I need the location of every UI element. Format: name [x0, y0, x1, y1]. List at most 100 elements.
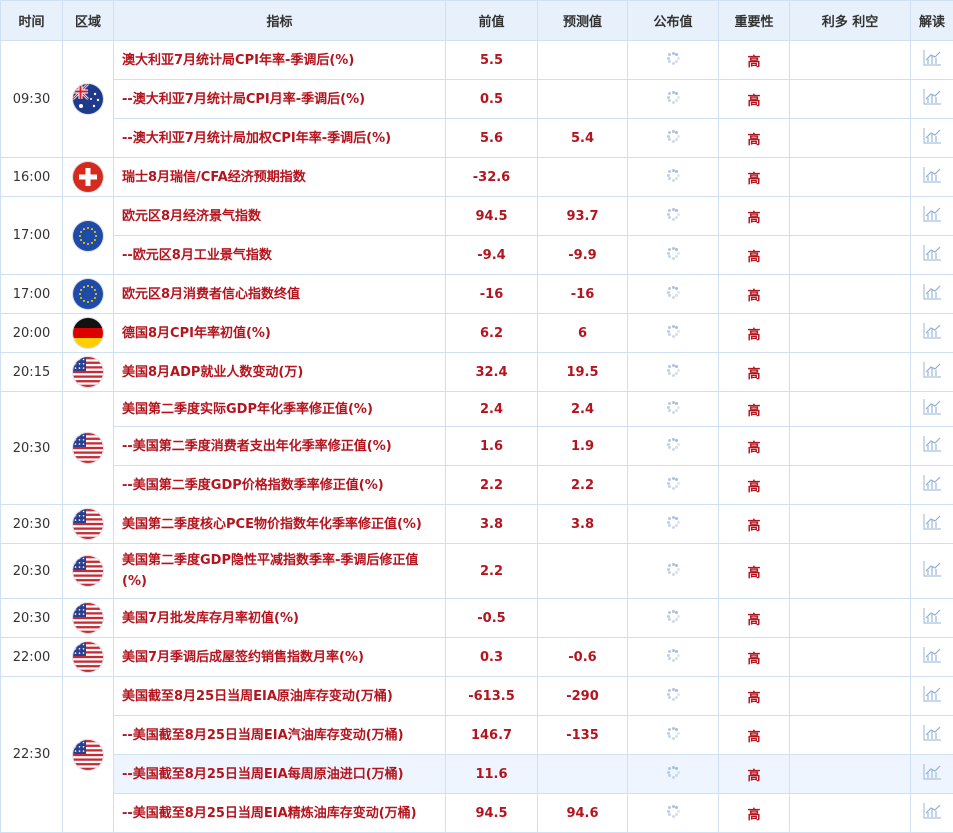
published-value — [627, 465, 719, 505]
indicator-name[interactable]: --澳大利亚7月统计局CPI月率-季调后(%) — [113, 79, 446, 119]
indicator-name[interactable]: 德国8月CPI年率初值(%) — [113, 313, 446, 353]
event-time: 17:00 — [0, 196, 63, 275]
indicator-name[interactable]: 澳大利亚7月统计局CPI年率-季调后(%) — [113, 40, 446, 80]
table-header-row: 时间 区域 指标 前值 预测值 公布值 重要性 利多 利空 解读 — [0, 0, 953, 41]
indicator-name[interactable]: 瑞士8月瑞信/CFA经济预期指数 — [113, 157, 446, 197]
published-value — [627, 118, 719, 158]
bull-bear-cell — [789, 274, 911, 314]
previous-value: 11.6 — [445, 754, 538, 794]
chart-icon — [922, 646, 942, 668]
indicator-name[interactable]: --美国截至8月25日当周EIA每周原油进口(万桶) — [113, 754, 446, 794]
importance-value: 高 — [718, 754, 790, 794]
interpret-cell[interactable] — [910, 426, 953, 466]
interpret-cell[interactable] — [910, 465, 953, 505]
loading-spinner-icon — [666, 324, 680, 338]
table-row: --美国截至8月25日当周EIA精炼油库存变动(万桶) 94.5 94.6 高 — [1, 793, 953, 833]
table-row: 20:30 美国第二季度核心PCE物价指数年化季率修正值(%) 3.8 3.8 高 — [0, 504, 953, 544]
bull-bear-cell — [789, 235, 911, 275]
forecast-value: 1.9 — [537, 426, 628, 466]
forecast-value — [537, 79, 628, 119]
forecast-value: -135 — [537, 715, 628, 755]
chart-icon — [922, 361, 942, 383]
indicator-name[interactable]: --欧元区8月工业景气指数 — [113, 235, 446, 275]
previous-value: 5.6 — [445, 118, 538, 158]
interpret-cell[interactable] — [910, 793, 953, 833]
header-previous: 前值 — [445, 0, 538, 41]
importance-value: 高 — [718, 157, 790, 197]
interpret-cell[interactable] — [910, 79, 953, 119]
importance-value: 高 — [718, 79, 790, 119]
table-row: 09:30 澳大利亚7月统计局CPI年率-季调后(%) 5.5 高 — [0, 40, 953, 158]
importance-value: 高 — [718, 40, 790, 80]
indicator-name[interactable]: 欧元区8月消费者信心指数终值 — [113, 274, 446, 314]
forecast-value: -16 — [537, 274, 628, 314]
economic-calendar-table: 时间 区域 指标 前值 预测值 公布值 重要性 利多 利空 解读 09:30 澳大… — [0, 0, 953, 833]
indicator-name[interactable]: --美国截至8月25日当周EIA汽油库存变动(万桶) — [113, 715, 446, 755]
loading-spinner-icon — [666, 129, 680, 143]
importance-value: 高 — [718, 274, 790, 314]
bull-bear-cell — [789, 637, 911, 677]
chart-icon — [922, 474, 942, 496]
previous-value: 146.7 — [445, 715, 538, 755]
interpret-cell[interactable] — [910, 391, 953, 427]
interpret-cell[interactable] — [910, 543, 953, 599]
interpret-cell[interactable] — [910, 598, 953, 638]
interpret-cell[interactable] — [910, 352, 953, 392]
header-importance: 重要性 — [718, 0, 790, 41]
importance-value: 高 — [718, 543, 790, 599]
indicator-name[interactable]: --澳大利亚7月统计局加权CPI年率-季调后(%) — [113, 118, 446, 158]
loading-spinner-icon — [666, 726, 680, 740]
indicator-name[interactable]: --美国第二季度GDP价格指数季率修正值(%) — [113, 465, 446, 505]
loading-spinner-icon — [666, 400, 680, 414]
published-value — [627, 426, 719, 466]
interpret-cell[interactable] — [910, 504, 953, 544]
interpret-cell[interactable] — [910, 235, 953, 275]
indicator-name[interactable]: 美国7月批发库存月率初值(%) — [113, 598, 446, 638]
event-time: 20:00 — [0, 313, 63, 353]
previous-value: 0.3 — [445, 637, 538, 677]
forecast-value: -0.6 — [537, 637, 628, 677]
table-row: 22:00 美国7月季调后成屋签约销售指数月率(%) 0.3 -0.6 高 — [0, 637, 953, 677]
bull-bear-cell — [789, 391, 911, 427]
indicator-name[interactable]: 美国第二季度GDP隐性平减指数季率-季调后修正值(%) — [113, 543, 446, 599]
published-value — [627, 157, 719, 197]
indicator-name[interactable]: --美国第二季度消费者支出年化季率修正值(%) — [113, 426, 446, 466]
interpret-cell[interactable] — [910, 754, 953, 794]
australia-flag-icon — [73, 84, 103, 114]
interpret-cell[interactable] — [910, 40, 953, 80]
published-value — [627, 637, 719, 677]
header-bull-bear: 利多 利空 — [789, 0, 911, 41]
header-forecast: 预测值 — [537, 0, 628, 41]
indicator-name[interactable]: 欧元区8月经济景气指数 — [113, 196, 446, 236]
published-value — [627, 40, 719, 80]
interpret-cell[interactable] — [910, 313, 953, 353]
interpret-cell[interactable] — [910, 118, 953, 158]
forecast-value: 93.7 — [537, 196, 628, 236]
importance-value: 高 — [718, 676, 790, 716]
loading-spinner-icon — [666, 168, 680, 182]
interpret-cell[interactable] — [910, 274, 953, 314]
interpret-cell[interactable] — [910, 196, 953, 236]
indicator-name[interactable]: 美国第二季度核心PCE物价指数年化季率修正值(%) — [113, 504, 446, 544]
indicator-name[interactable]: 美国截至8月25日当周EIA原油库存变动(万桶) — [113, 676, 446, 716]
interpret-cell[interactable] — [910, 157, 953, 197]
switzerland-flag-icon — [73, 162, 103, 192]
importance-value: 高 — [718, 598, 790, 638]
indicator-name[interactable]: --美国截至8月25日当周EIA精炼油库存变动(万桶) — [113, 793, 446, 833]
interpret-cell[interactable] — [910, 637, 953, 677]
interpret-cell[interactable] — [910, 715, 953, 755]
published-value — [627, 754, 719, 794]
previous-value: 94.5 — [445, 196, 538, 236]
event-time: 20:30 — [0, 543, 63, 599]
published-value — [627, 313, 719, 353]
eu-flag-icon — [73, 220, 103, 251]
table-row: 20:30 美国7月批发库存月率初值(%) -0.5 高 — [0, 598, 953, 638]
indicator-name[interactable]: 美国7月季调后成屋签约销售指数月率(%) — [113, 637, 446, 677]
chart-icon — [922, 49, 942, 71]
indicator-name[interactable]: 美国第二季度实际GDP年化季率修正值(%) — [113, 391, 446, 427]
interpret-cell[interactable] — [910, 676, 953, 716]
loading-spinner-icon — [666, 609, 680, 623]
table-row: 17:00 欧元区8月经济景气指数 94.5 93.7 高 — [0, 196, 953, 275]
forecast-value — [537, 157, 628, 197]
indicator-name[interactable]: 美国8月ADP就业人数变动(万) — [113, 352, 446, 392]
